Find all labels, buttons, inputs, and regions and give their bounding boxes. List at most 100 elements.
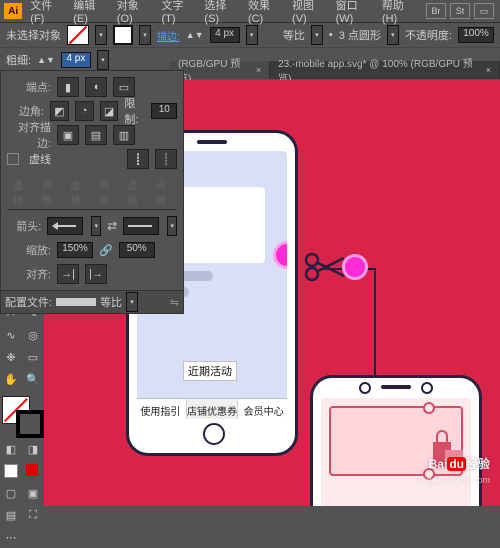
limit-label: 限制: bbox=[124, 95, 145, 127]
stroke-panel: 端点: ▮ ◖ ▭ 边角: ◩ ◔ ◪ 限制: 10 对齐描边: ▣ ▤ ▥ 虚… bbox=[0, 70, 184, 314]
cap-label: 端点: bbox=[7, 79, 51, 95]
screen-mode-2-icon[interactable]: ▣ bbox=[22, 482, 44, 504]
artboard-tool-icon[interactable]: ▭ bbox=[22, 346, 44, 368]
dash-field-1[interactable]: 虚线 bbox=[7, 175, 34, 209]
wm-a: Bai bbox=[429, 457, 448, 471]
symbol-sprayer-tool-icon[interactable]: ❉ bbox=[0, 346, 22, 368]
fill-stroke-control[interactable] bbox=[0, 394, 44, 438]
zoom-tool-icon[interactable]: 🔍 bbox=[22, 368, 44, 390]
screen-mode-toggle-icon[interactable]: ⛶ bbox=[22, 504, 44, 526]
gap-field-1[interactable]: 间隙 bbox=[36, 175, 63, 209]
arrange-button[interactable]: ▭ bbox=[474, 3, 494, 19]
menu-edit[interactable]: 编辑(E) bbox=[73, 0, 107, 25]
gap-field-2[interactable]: 间隙 bbox=[93, 175, 120, 209]
corner-miter[interactable]: ◩ bbox=[50, 101, 69, 121]
home-button-icon bbox=[203, 423, 225, 445]
dash-align[interactable]: ┊ bbox=[155, 149, 177, 169]
dash-field-3[interactable]: 虚线 bbox=[122, 175, 149, 209]
menu-effect[interactable]: 效果(C) bbox=[248, 0, 282, 25]
phone2-speaker-icon bbox=[381, 385, 411, 389]
align-label-2: 对齐: bbox=[7, 266, 51, 282]
profile-flip-icon[interactable]: ⇋ bbox=[170, 296, 179, 309]
close-icon[interactable]: × bbox=[486, 65, 491, 75]
phone-sensor-icon bbox=[421, 382, 433, 394]
profile-dd[interactable]: ▾ bbox=[126, 292, 138, 312]
blend-tool-icon[interactable]: ◎ bbox=[22, 324, 44, 346]
curvature-tool-icon[interactable]: ∿ bbox=[0, 324, 22, 346]
phone1-navbar: 使用指引 店铺优惠券 会员中心 bbox=[137, 398, 287, 419]
edit-toolbar-icon[interactable]: ⋯ bbox=[0, 526, 22, 548]
nav-item-1: 使用指引 bbox=[137, 399, 187, 419]
weight-field[interactable]: 4 px bbox=[61, 52, 91, 68]
opacity-field[interactable]: 100% bbox=[458, 27, 494, 43]
corner-bevel[interactable]: ◪ bbox=[100, 101, 119, 121]
dash-field-2[interactable]: 虚线 bbox=[64, 175, 91, 209]
stock-button[interactable]: St bbox=[450, 3, 470, 19]
menu-file[interactable]: 文件(F) bbox=[30, 0, 63, 25]
stroke-box-icon[interactable] bbox=[16, 410, 44, 438]
screen-mode-3-icon[interactable]: ▤ bbox=[0, 504, 22, 526]
fill-dropdown[interactable]: ▾ bbox=[95, 25, 107, 45]
close-icon[interactable]: × bbox=[256, 65, 261, 75]
brush-name: 3 点圆形 bbox=[339, 27, 381, 43]
link-icon[interactable]: 🔗 bbox=[99, 244, 113, 257]
menu-view[interactable]: 视图(V) bbox=[292, 0, 326, 25]
draw-behind-icon[interactable] bbox=[26, 464, 38, 476]
hand-tool-icon[interactable]: ✋ bbox=[0, 368, 22, 390]
bridge-button[interactable]: Br bbox=[426, 3, 446, 19]
stroke-link[interactable]: 描边: bbox=[157, 28, 180, 43]
nav-item-3: 会员中心 bbox=[238, 399, 287, 419]
stroke-weight-field[interactable]: 4 px bbox=[210, 27, 240, 43]
dashed-label: 虚线 bbox=[29, 151, 51, 167]
arrow-align-tip[interactable]: →| bbox=[57, 264, 79, 284]
dashed-checkbox[interactable] bbox=[7, 153, 19, 165]
doc-tab-2[interactable]: 23.-mobile app.svg* @ 100% (RGB/GPU 预览) … bbox=[270, 61, 500, 79]
stroke-swatch[interactable] bbox=[113, 25, 133, 45]
profile-preview bbox=[56, 298, 96, 306]
scale-start-field[interactable]: 150% bbox=[57, 242, 93, 258]
stroke-dropdown[interactable]: ▾ bbox=[139, 25, 151, 45]
draw-normal-icon[interactable] bbox=[4, 464, 18, 478]
scale-label: 缩放: bbox=[7, 242, 51, 258]
menu-select[interactable]: 选择(S) bbox=[204, 0, 238, 25]
brush-dd[interactable]: ▾ bbox=[387, 25, 399, 45]
profile-label: 配置文件: bbox=[5, 294, 52, 310]
limit-field[interactable]: 10 bbox=[151, 103, 177, 119]
corner-round[interactable]: ◔ bbox=[75, 101, 94, 121]
gap-field-3[interactable]: 间隙 bbox=[150, 175, 177, 209]
doc-tab-1[interactable]: (RGB/GPU 预览) × bbox=[170, 61, 270, 79]
cap-butt[interactable]: ▮ bbox=[57, 77, 79, 97]
highlight-circle-2 bbox=[342, 254, 368, 280]
style-dd[interactable]: ▾ bbox=[311, 25, 323, 45]
menu-object[interactable]: 对象(O) bbox=[117, 0, 152, 25]
arrow-end[interactable] bbox=[123, 217, 159, 235]
gradient-mode-icon[interactable]: ◨ bbox=[22, 438, 44, 460]
arrow-start-dd[interactable]: ▾ bbox=[91, 216, 101, 236]
wm-c: 经验 bbox=[466, 457, 490, 471]
fill-swatch[interactable] bbox=[67, 25, 89, 45]
dash-preserve[interactable]: ┋ bbox=[127, 149, 149, 169]
align-inside[interactable]: ▤ bbox=[85, 125, 107, 145]
menu-help[interactable]: 帮助(H) bbox=[382, 0, 416, 25]
weight-dd[interactable]: ▾ bbox=[97, 50, 109, 70]
screen-mode-1-icon[interactable]: ▢ bbox=[0, 482, 22, 504]
highlight-circle-1 bbox=[273, 241, 287, 269]
color-mode-icon[interactable]: ◧ bbox=[0, 438, 22, 460]
cap-round[interactable]: ◖ bbox=[85, 77, 107, 97]
swap-arrows-icon[interactable]: ⇄ bbox=[107, 219, 117, 233]
scissors-icon bbox=[302, 250, 346, 284]
align-center[interactable]: ▣ bbox=[57, 125, 79, 145]
arrow-align-end[interactable]: |→ bbox=[85, 264, 107, 284]
cap-proj[interactable]: ▭ bbox=[113, 77, 135, 97]
watermark: Baidu经验 jingyan.baidu.com bbox=[417, 455, 490, 486]
nav-item-2: 店铺优惠券 bbox=[187, 399, 239, 419]
arrow-start[interactable] bbox=[47, 217, 83, 235]
arrow-end-dd[interactable]: ▾ bbox=[167, 216, 177, 236]
stroke-weight-dd[interactable]: ▾ bbox=[246, 25, 258, 45]
scale-end-field[interactable]: 50% bbox=[119, 242, 155, 258]
wm-url: jingyan.baidu.com bbox=[417, 475, 490, 485]
menu-window[interactable]: 窗口(W) bbox=[336, 0, 372, 25]
menu-type[interactable]: 文字(T) bbox=[161, 0, 194, 25]
phone-mockup-2 bbox=[310, 375, 482, 506]
align-outside[interactable]: ▥ bbox=[113, 125, 135, 145]
